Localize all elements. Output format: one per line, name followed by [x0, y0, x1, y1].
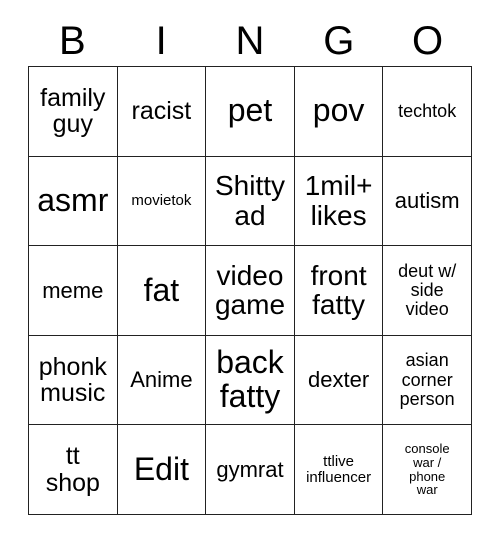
bingo-cell-label: phonk music	[38, 352, 107, 408]
bingo-cell-r5c2[interactable]: Edit	[117, 425, 207, 515]
bingo-cell-label: pet	[227, 92, 273, 129]
bingo-cell-r4c4[interactable]: dexter	[294, 335, 384, 426]
bingo-cell-r1c3[interactable]: pet	[206, 67, 295, 157]
bingo-header-letter-o: O	[412, 19, 444, 63]
bingo-header-letter-i: I	[155, 19, 167, 63]
bingo-cell-r4c1[interactable]: phonk music	[29, 335, 118, 426]
bingo-cell-label: asmr	[37, 181, 109, 218]
bingo-cell-r3c4[interactable]: front fatty	[294, 246, 384, 336]
bingo-header-letter-b: B	[59, 19, 86, 63]
bingo-cell-label: techtok	[398, 100, 457, 121]
bingo-cell-r5c5[interactable]: console war / phone war	[383, 425, 472, 515]
bingo-cell-label: racist	[131, 97, 192, 126]
bingo-cell-label: gymrat	[216, 457, 284, 483]
bingo-cell-r2c5[interactable]: autism	[383, 156, 472, 247]
bingo-cell-label: Shitty ad	[214, 170, 285, 231]
bingo-cell-r5c3[interactable]: gymrat	[206, 425, 295, 515]
bingo-cell-label: pov	[312, 92, 365, 129]
bingo-cell-r4c2[interactable]: Anime	[117, 335, 207, 426]
bingo-grid: family guy racist pet pov techtok asmr m…	[28, 66, 472, 515]
bingo-cell-r5c4[interactable]: ttlive influencer	[294, 425, 384, 515]
bingo-cell-r2c1[interactable]: asmr	[29, 156, 118, 247]
bingo-cell-r4c3[interactable]: back fatty	[206, 335, 295, 426]
bingo-header-letter-g: G	[323, 19, 355, 63]
bingo-card: B I N G O family guy racist pet pov tech…	[0, 0, 500, 544]
bingo-cell-label: meme	[42, 277, 104, 303]
bingo-cell-label: asian corner person	[399, 350, 455, 409]
bingo-cell-label: fat	[143, 271, 180, 308]
bingo-cell-label: Edit	[133, 450, 189, 487]
bingo-cell-r5c1[interactable]: tt shop	[29, 425, 118, 515]
bingo-cell-r1c5[interactable]: techtok	[383, 67, 472, 157]
bingo-cell-r2c2[interactable]: movietok	[117, 156, 207, 247]
bingo-cell-r3c5[interactable]: deut w/ side video	[383, 246, 472, 336]
bingo-cell-label: autism	[394, 188, 460, 214]
bingo-cell-r3c2[interactable]: fat	[117, 246, 207, 336]
bingo-cell-r1c2[interactable]: racist	[117, 67, 207, 157]
bingo-cell-label: movietok	[131, 191, 192, 209]
bingo-cell-r3c3[interactable]: video game	[206, 246, 295, 336]
bingo-cell-r1c1[interactable]: family guy	[29, 67, 118, 157]
bingo-cell-label: back fatty	[216, 344, 284, 415]
bingo-cell-label: dexter	[308, 367, 370, 393]
bingo-cell-label: Anime	[130, 367, 193, 393]
bingo-cell-label: front fatty	[310, 259, 367, 321]
bingo-cell-label: family guy	[40, 83, 106, 139]
bingo-cell-label: ttlive influencer	[306, 452, 372, 486]
bingo-header-letter-n: N	[235, 19, 265, 63]
bingo-cell-label: 1mil+ likes	[304, 170, 373, 231]
bingo-header-row: B I N G O	[28, 18, 472, 64]
bingo-cell-label: console war / phone war	[404, 441, 450, 498]
bingo-cell-label: video game	[214, 259, 286, 321]
bingo-cell-label: tt shop	[45, 442, 100, 497]
bingo-cell-r2c4[interactable]: 1mil+ likes	[294, 156, 384, 247]
bingo-cell-label: deut w/ side video	[398, 260, 457, 320]
bingo-cell-r1c4[interactable]: pov	[294, 67, 384, 157]
bingo-cell-r4c5[interactable]: asian corner person	[383, 335, 472, 426]
bingo-cell-r3c1[interactable]: meme	[29, 246, 118, 336]
bingo-cell-r2c3[interactable]: Shitty ad	[206, 156, 295, 247]
